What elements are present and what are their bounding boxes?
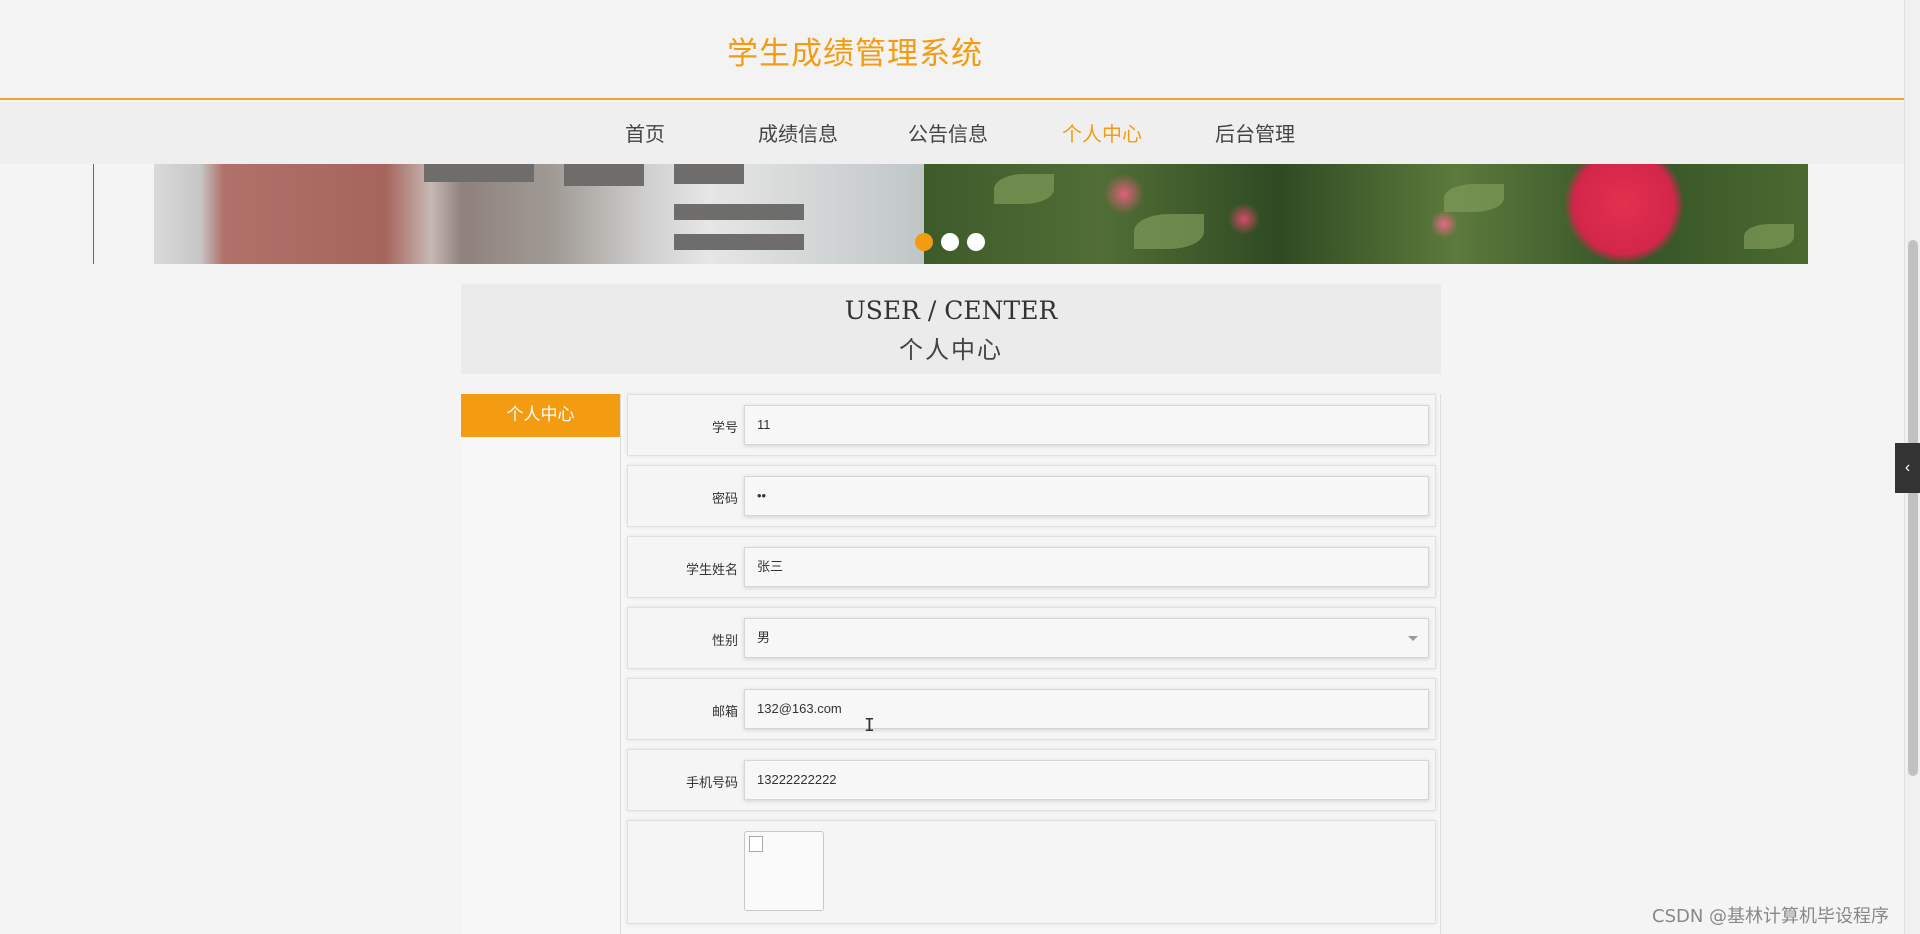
nav-item-home[interactable]: 首页 bbox=[625, 118, 665, 147]
form-row-photo bbox=[627, 820, 1436, 924]
watermark: CSDN @基林计算机毕设程序 bbox=[1652, 906, 1890, 927]
form-row-email: 邮箱 132@163.com bbox=[627, 678, 1436, 740]
chevron-down-icon bbox=[1408, 636, 1418, 641]
form-row-gender: 性别 男 bbox=[627, 607, 1436, 669]
side-menu-item-user-center[interactable]: 个人中心 bbox=[461, 394, 620, 437]
gender-label: 性别 bbox=[711, 634, 738, 649]
student-name-input[interactable]: 张三 bbox=[744, 547, 1429, 587]
phone-input[interactable]: 13222222222 bbox=[744, 760, 1429, 800]
student-id-input[interactable]: 11 bbox=[744, 405, 1429, 445]
site-header: 学生成绩管理系统 bbox=[0, 0, 1904, 100]
broken-image-icon bbox=[749, 836, 763, 852]
form-row-student-id: 学号 11 bbox=[627, 394, 1436, 456]
form-row-phone: 手机号码 13222222222 bbox=[627, 749, 1436, 811]
student-name-label: 学生姓名 bbox=[685, 563, 738, 578]
nav-item-announcements[interactable]: 公告信息 bbox=[908, 118, 988, 147]
section-title-box: USER / CENTER 个人中心 bbox=[461, 284, 1441, 374]
main-nav: 首页 成绩信息 公告信息 个人中心 后台管理 bbox=[0, 102, 1904, 164]
section-title-cn: 个人中心 bbox=[899, 336, 1003, 364]
password-label: 密码 bbox=[711, 492, 738, 507]
nav-item-grades[interactable]: 成绩信息 bbox=[758, 118, 838, 147]
scrollbar-thumb[interactable] bbox=[1908, 240, 1918, 776]
side-menu: 个人中心 bbox=[461, 394, 620, 934]
banner-flower-image bbox=[924, 164, 1808, 264]
email-input[interactable]: 132@163.com bbox=[744, 689, 1429, 729]
avatar[interactable] bbox=[744, 831, 824, 911]
gender-select-value: 男 bbox=[757, 630, 771, 645]
email-label: 邮箱 bbox=[711, 705, 738, 720]
text-cursor-icon: I bbox=[864, 715, 875, 736]
gender-select[interactable]: 男 bbox=[744, 618, 1429, 658]
carousel-dot-1[interactable] bbox=[915, 233, 933, 251]
student-id-label: 学号 bbox=[711, 421, 738, 436]
form-row-student-name: 学生姓名 张三 bbox=[627, 536, 1436, 598]
nav-item-user-center[interactable]: 个人中心 bbox=[1062, 118, 1142, 147]
carousel-dot-3[interactable] bbox=[967, 233, 985, 251]
site-title: 学生成绩管理系统 bbox=[727, 36, 983, 72]
carousel-dot-2[interactable] bbox=[941, 233, 959, 251]
profile-form: 学号 11 密码 •• 学生姓名 张三 性别 男 邮箱 132@163.com … bbox=[620, 394, 1441, 934]
password-input[interactable]: •• bbox=[744, 476, 1429, 516]
banner-building-image bbox=[154, 164, 924, 264]
phone-label: 手机号码 bbox=[685, 776, 738, 791]
nav-item-admin[interactable]: 后台管理 bbox=[1215, 118, 1295, 147]
section-title-en: USER / CENTER bbox=[844, 296, 1058, 325]
chevron-left-icon[interactable]: ‹ bbox=[1895, 443, 1920, 493]
form-row-password: 密码 •• bbox=[627, 465, 1436, 527]
